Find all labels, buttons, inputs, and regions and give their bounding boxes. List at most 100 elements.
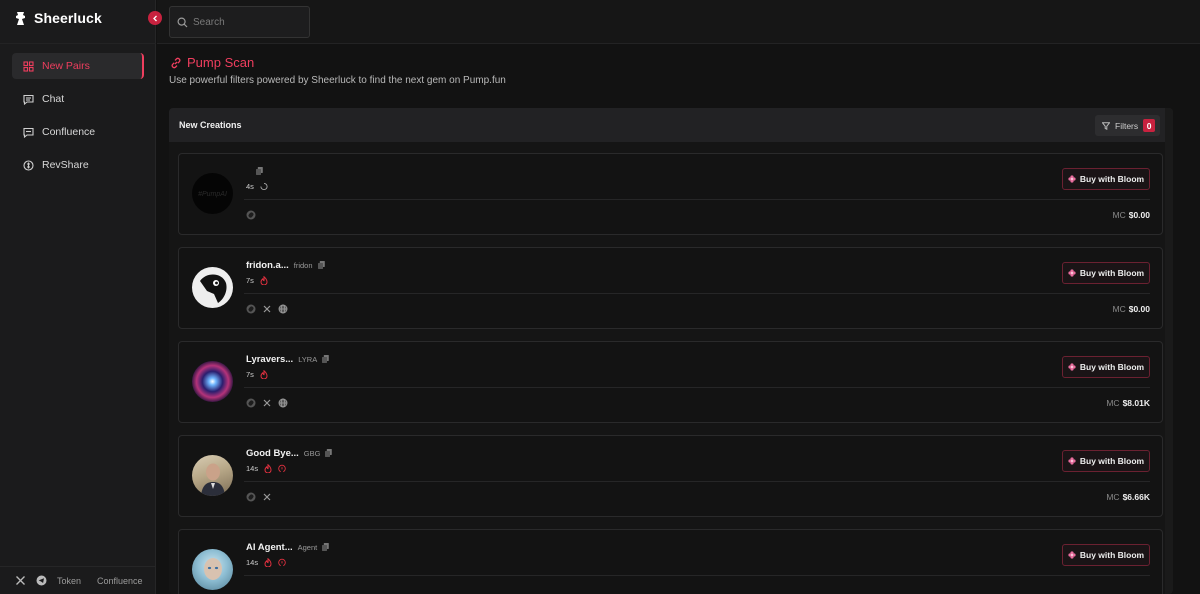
footer-confluence-link[interactable]: Confluence: [97, 576, 143, 586]
market-cap: MC $0.00: [1112, 304, 1150, 314]
page-title-text: Pump Scan: [187, 55, 255, 70]
warning-shield-icon: [278, 464, 286, 472]
market-cap: MC $8.01K: [1106, 398, 1150, 408]
token-card[interactable]: #PumpAI 4s Buy with Bloom MC $0.00: [178, 153, 1163, 235]
flame-icon: [260, 369, 268, 379]
sidebar-footer: Token Confluence: [0, 566, 156, 594]
token-name-row: fridon.a... fridon: [246, 258, 325, 272]
token-name-row: [246, 164, 263, 178]
bloom-flower-icon: [1068, 551, 1076, 559]
buy-with-bloom-button[interactable]: Buy with Bloom: [1062, 450, 1150, 472]
card-divider: [244, 199, 1150, 200]
token-avatar: [192, 455, 233, 496]
bloom-flower-icon: [1068, 363, 1076, 371]
copy-icon[interactable]: [256, 167, 263, 175]
token-card[interactable]: Good Bye... GBG 14s Buy with Bloom MC $6.…: [178, 435, 1163, 517]
telegram-icon[interactable]: [36, 575, 47, 586]
token-age: 14s: [246, 557, 259, 567]
token-age-row: 14s: [246, 556, 286, 568]
page-title: Pump Scan: [170, 55, 254, 70]
copy-icon[interactable]: [325, 449, 333, 457]
sidebar: Sheerluck New Pairs Chat Confluence RevS…: [0, 0, 156, 594]
mc-label: MC: [1112, 304, 1126, 314]
token-age-row: 7s: [246, 368, 268, 380]
buy-button-label: Buy with Bloom: [1079, 268, 1145, 278]
card-divider: [244, 575, 1150, 576]
filters-count-badge: 0: [1143, 119, 1156, 132]
token-age-row: 4s: [246, 180, 268, 192]
token-avatar: #PumpAI: [192, 173, 233, 214]
token-list: #PumpAI 4s Buy with Bloom MC $0.00 frido…: [178, 153, 1163, 594]
coin-icon: [23, 159, 34, 171]
mc-value: $0.00: [1128, 210, 1150, 220]
buy-with-bloom-button[interactable]: Buy with Bloom: [1062, 544, 1150, 566]
sidebar-item-confluence[interactable]: Confluence: [12, 119, 144, 145]
token-card[interactable]: AI Agent... Agent 14s Buy with Bloom: [178, 529, 1163, 594]
token-age: 7s: [246, 275, 254, 285]
copy-icon[interactable]: [322, 543, 330, 551]
copy-icon[interactable]: [322, 355, 330, 363]
bloom-flower-icon: [1068, 175, 1076, 183]
grid-icon: [23, 60, 34, 72]
globe-icon[interactable]: [278, 304, 288, 314]
collapse-sidebar-button[interactable]: [148, 11, 162, 25]
mc-label: MC: [1106, 492, 1120, 502]
mc-value: $8.01K: [1122, 398, 1150, 408]
sidebar-item-revshare[interactable]: RevShare: [12, 152, 144, 178]
token-card[interactable]: fridon.a... fridon 7s Buy with Bloom MC $…: [178, 247, 1163, 329]
buy-with-bloom-button[interactable]: Buy with Bloom: [1062, 168, 1150, 190]
scrollbar[interactable]: [1165, 108, 1173, 594]
svg-text:#PumpAI: #PumpAI: [198, 191, 227, 198]
token-age-row: 7s: [246, 274, 268, 286]
buy-with-bloom-button[interactable]: Buy with Bloom: [1062, 262, 1150, 284]
card-divider: [244, 293, 1150, 294]
copy-icon[interactable]: [317, 261, 325, 269]
globe-icon[interactable]: [278, 398, 288, 408]
token-name-row: AI Agent... Agent: [246, 540, 330, 554]
buy-with-bloom-button[interactable]: Buy with Bloom: [1062, 356, 1150, 378]
x-icon[interactable]: [262, 398, 272, 408]
token-socials: [246, 210, 256, 220]
bloom-flower-icon: [1068, 269, 1076, 277]
footer-token-link[interactable]: Token: [57, 576, 81, 586]
pump-icon[interactable]: [246, 492, 256, 502]
token-avatar: [192, 549, 233, 590]
sheerluck-logo-icon: [16, 11, 25, 25]
pump-icon[interactable]: [246, 398, 256, 408]
x-icon[interactable]: [15, 575, 26, 586]
token-name: AI Agent...: [246, 541, 293, 553]
x-icon[interactable]: [262, 492, 272, 502]
search-box[interactable]: [169, 6, 310, 38]
loading-spinner-icon: [260, 182, 268, 190]
sidebar-item-label: New Pairs: [42, 60, 90, 72]
sidebar-nav: New Pairs Chat Confluence RevShare: [12, 53, 144, 185]
chat-icon: [23, 94, 34, 105]
token-name: Lyravers...: [246, 353, 294, 365]
filters-button[interactable]: Filters 0: [1095, 115, 1160, 136]
token-card[interactable]: Lyravers... LYRA 7s Buy with Bloom MC $8.…: [178, 341, 1163, 423]
sidebar-item-new-pairs[interactable]: New Pairs: [12, 53, 144, 79]
chevron-left-icon: [152, 15, 157, 21]
search-input[interactable]: [193, 16, 293, 28]
panel-header: New Creations Filters 0: [169, 108, 1173, 142]
brand[interactable]: Sheerluck: [14, 9, 102, 27]
brand-name: Sheerluck: [34, 10, 102, 26]
pump-icon[interactable]: [246, 304, 256, 314]
mc-label: MC: [1106, 398, 1120, 408]
token-name-row: Good Bye... GBG: [246, 446, 333, 460]
token-name: Good Bye...: [246, 447, 299, 459]
pump-icon[interactable]: [246, 210, 256, 220]
token-name: fridon.a...: [246, 259, 289, 271]
token-socials: [246, 492, 272, 502]
token-symbol: Agent: [297, 542, 318, 552]
card-divider: [244, 481, 1150, 482]
token-symbol: fridon: [293, 260, 313, 270]
sidebar-item-chat[interactable]: Chat: [12, 86, 144, 112]
sidebar-item-label: Confluence: [42, 126, 96, 138]
x-icon[interactable]: [262, 304, 272, 314]
buy-button-label: Buy with Bloom: [1079, 550, 1145, 560]
token-age: 4s: [246, 181, 254, 191]
warning-shield-icon: [278, 558, 286, 566]
mc-value: $6.66K: [1122, 492, 1150, 502]
new-creations-panel: New Creations Filters 0 #PumpAI 4s Buy w…: [169, 108, 1173, 594]
